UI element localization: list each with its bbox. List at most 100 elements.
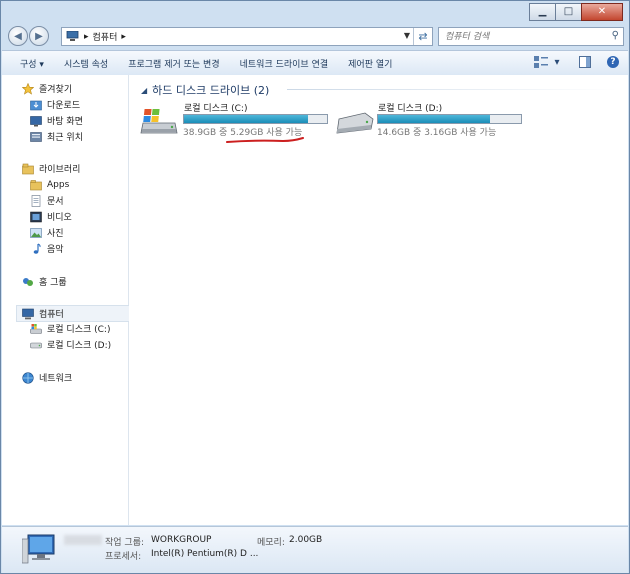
- forward-button[interactable]: ▶: [29, 26, 49, 46]
- command-bar-right: ▾ ?: [520, 55, 620, 69]
- sidebar-item-pictures[interactable]: 사진: [30, 225, 64, 240]
- desktop-icon: [30, 115, 42, 126]
- address-bar[interactable]: ▸ 컴퓨터 ▸ ▼ ⇄: [61, 27, 433, 46]
- open-control-panel-button[interactable]: 제어판 열기: [338, 57, 402, 70]
- libraries-icon: [22, 163, 34, 174]
- search-box[interactable]: ⚲: [438, 27, 624, 46]
- view-icon: [534, 56, 548, 68]
- sidebar-label-documents: 문서: [47, 197, 64, 207]
- back-arrow-icon: ◀: [14, 30, 22, 42]
- sidebar-item-drive-d[interactable]: 로컬 디스크 (D:): [30, 337, 111, 352]
- search-input[interactable]: [439, 28, 607, 45]
- search-icon[interactable]: ⚲: [612, 30, 619, 41]
- sidebar-item-recent[interactable]: 최근 위치: [30, 129, 83, 144]
- sidebar-label-computer: 컴퓨터: [39, 310, 64, 320]
- computer-icon: [66, 31, 79, 41]
- map-network-drive-button[interactable]: 네트워크 드라이브 연결: [230, 57, 339, 70]
- sidebar-item-documents[interactable]: 문서: [30, 193, 64, 208]
- sidebar-item-drive-c[interactable]: 로컬 디스크 (C:): [30, 321, 110, 336]
- drive-d-free-space: 14.6GB 중 3.16GB 사용 가능: [377, 128, 497, 138]
- help-icon: ?: [607, 56, 619, 68]
- recent-places-icon: [30, 131, 42, 142]
- sidebar-item-music[interactable]: 음악: [30, 241, 64, 256]
- sidebar-label-libraries: 라이브러리: [39, 165, 81, 175]
- sidebar-item-downloads[interactable]: 다운로드: [30, 97, 80, 112]
- address-separator-end: ▸: [121, 31, 126, 42]
- processor-label: 프로세서:: [105, 552, 142, 562]
- workgroup-value: WORKGROUP: [151, 535, 212, 545]
- computer-icon: [22, 308, 34, 319]
- minimize-button[interactable]: ▁: [529, 3, 556, 21]
- drive-c-usage-fill: [184, 115, 308, 123]
- forward-arrow-icon: ▶: [35, 30, 43, 42]
- explorer-window: ▁ □ ✕ ◀ ▶ ▸ 컴퓨터 ▸ ▼ ⇄ ⚲ 구성 ▾ 시스템 속성 프로그램…: [0, 0, 630, 574]
- sidebar-item-libraries[interactable]: 라이브러리: [22, 161, 80, 176]
- workgroup-label: 작업 그룹:: [105, 538, 145, 548]
- sidebar-item-network[interactable]: 네트워크: [22, 370, 72, 385]
- maximize-button[interactable]: □: [555, 3, 582, 21]
- back-button[interactable]: ◀: [8, 26, 28, 46]
- details-pane: 작업 그룹: WORKGROUP 메모리: 2.00GB 프로세서: Intel…: [2, 526, 628, 573]
- sidebar-item-computer[interactable]: 컴퓨터: [16, 305, 131, 322]
- sidebar-label-desktop: 바탕 화면: [47, 117, 83, 127]
- organize-button[interactable]: 구성 ▾: [2, 57, 54, 70]
- computer-name-redacted: [64, 535, 102, 545]
- sidebar-label-drive-d: 로컬 디스크 (D:): [47, 341, 112, 351]
- memory-value: 2.00GB: [289, 535, 323, 545]
- preview-pane-icon: [579, 56, 591, 68]
- sidebar-label-music: 음악: [47, 245, 64, 255]
- address-dropdown-icon[interactable]: ▼: [404, 31, 410, 40]
- hard-drive-icon: [336, 112, 374, 134]
- drive-d-usage-fill: [378, 115, 491, 123]
- address-segment-computer[interactable]: 컴퓨터: [93, 30, 118, 43]
- sidebar-item-homegroup[interactable]: 홈 그룹: [22, 274, 67, 289]
- hard-drive-icon: [30, 342, 42, 348]
- documents-icon: [31, 194, 41, 207]
- network-icon: [22, 371, 34, 384]
- drive-c-name: 로컬 디스크 (C:): [184, 104, 248, 114]
- refresh-button[interactable]: ⇄: [413, 28, 432, 45]
- group-collapse-icon: ◢: [141, 85, 148, 95]
- sidebar-label-pictures: 사진: [47, 229, 64, 239]
- drive-tile-c[interactable]: 로컬 디스크 (C:) 38.9GB 중 5.29GB 사용 가능: [139, 101, 339, 141]
- change-view-button[interactable]: [534, 55, 548, 69]
- drive-d-usage-bar: [377, 114, 522, 124]
- homegroup-icon: [23, 277, 33, 286]
- caption-buttons: ▁ □ ✕: [529, 3, 623, 21]
- drive-c-usage-bar: [183, 114, 328, 124]
- sidebar-label-network: 네트워크: [39, 374, 73, 384]
- memory-label: 메모리:: [257, 538, 285, 548]
- preview-pane-button[interactable]: [578, 55, 592, 69]
- navigation-pane: 즐겨찾기 다운로드 바탕 화면 최근 위치 라이브러리 Apps 문서 비디오 …: [2, 75, 131, 525]
- view-dropdown-button[interactable]: ▾: [550, 55, 564, 69]
- address-separator: ▸: [84, 31, 89, 42]
- sidebar-item-videos[interactable]: 비디오: [30, 209, 72, 224]
- sidebar-item-favorites[interactable]: 즐겨찾기: [22, 81, 72, 96]
- drive-tile-d[interactable]: 로컬 디스크 (D:) 14.6GB 중 3.16GB 사용 가능: [333, 101, 533, 141]
- red-underline-annotation: [226, 137, 304, 143]
- drive-d-name: 로컬 디스크 (D:): [378, 104, 443, 114]
- close-button[interactable]: ✕: [581, 3, 623, 21]
- downloads-folder-icon: [30, 100, 42, 110]
- refresh-icon: ⇄: [418, 30, 428, 43]
- sidebar-item-apps[interactable]: Apps: [30, 177, 69, 192]
- system-drive-icon: [140, 109, 178, 134]
- pictures-icon: [30, 227, 42, 238]
- uninstall-program-button[interactable]: 프로그램 제거 또는 변경: [118, 57, 229, 70]
- video-icon: [30, 211, 42, 222]
- sidebar-label-favorites: 즐겨찾기: [39, 85, 73, 95]
- music-note-icon: [33, 243, 41, 254]
- content-pane: ◢ 하드 디스크 드라이브 (2) 로컬 디스크 (C:) 38.9GB 중 5…: [129, 75, 628, 525]
- sidebar-label-videos: 비디오: [47, 213, 72, 223]
- system-properties-button[interactable]: 시스템 속성: [54, 57, 118, 70]
- maximize-icon: □: [563, 6, 574, 17]
- group-divider: [287, 89, 617, 90]
- group-header[interactable]: ◢ 하드 디스크 드라이브 (2): [141, 82, 269, 98]
- help-button[interactable]: ?: [606, 55, 620, 69]
- sidebar-label-recent: 최근 위치: [47, 133, 83, 143]
- minimize-icon: ▁: [538, 6, 547, 17]
- command-bar: 구성 ▾ 시스템 속성 프로그램 제거 또는 변경 네트워크 드라이브 연결 제…: [2, 50, 628, 76]
- system-drive-icon: [30, 323, 42, 334]
- sidebar-label-downloads: 다운로드: [47, 101, 81, 111]
- sidebar-item-desktop[interactable]: 바탕 화면: [30, 113, 83, 128]
